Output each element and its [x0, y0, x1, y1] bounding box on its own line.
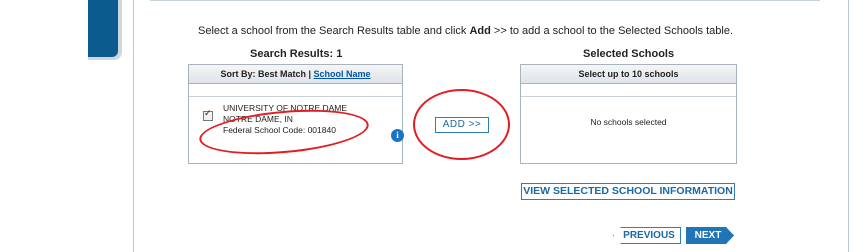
sort-best-match: Best Match — [257, 69, 306, 79]
selected-schools-table: Select up to 10 schools No schools selec… — [520, 64, 737, 164]
sort-school-name-link[interactable]: School Name — [314, 69, 371, 79]
instruction-text: Select a school from the Search Results … — [198, 25, 733, 37]
instruction-prefix: Select a school from the Search Results … — [198, 25, 470, 37]
selected-divider — [521, 96, 736, 97]
selected-schools-subheading: Select up to 10 schools — [521, 65, 736, 84]
instruction-suffix: >> to add a school to the Selected Schoo… — [490, 25, 734, 37]
sort-by-label: Sort By: — [220, 69, 256, 79]
next-button[interactable]: NEXT — [686, 227, 734, 244]
sort-bar: Sort By: Best Match | School Name — [189, 65, 402, 84]
info-icon[interactable]: i — [391, 129, 404, 142]
instruction-bold: Add — [469, 25, 491, 37]
top-divider — [150, 0, 820, 1]
view-selected-school-info-button[interactable]: VIEW SELECTED SCHOOL INFORMATION — [521, 183, 735, 200]
annotation-circle-add — [413, 89, 510, 160]
previous-button[interactable]: PREVIOUS — [613, 227, 681, 244]
sort-separator: | — [308, 69, 312, 79]
result-checkbox[interactable] — [203, 108, 213, 121]
no-schools-text: No schools selected — [590, 117, 667, 127]
search-results-heading: Search Results: 1 — [250, 48, 343, 60]
selected-schools-heading: Selected Schools — [583, 48, 675, 60]
side-tab — [88, 0, 118, 57]
row-divider — [189, 96, 402, 97]
